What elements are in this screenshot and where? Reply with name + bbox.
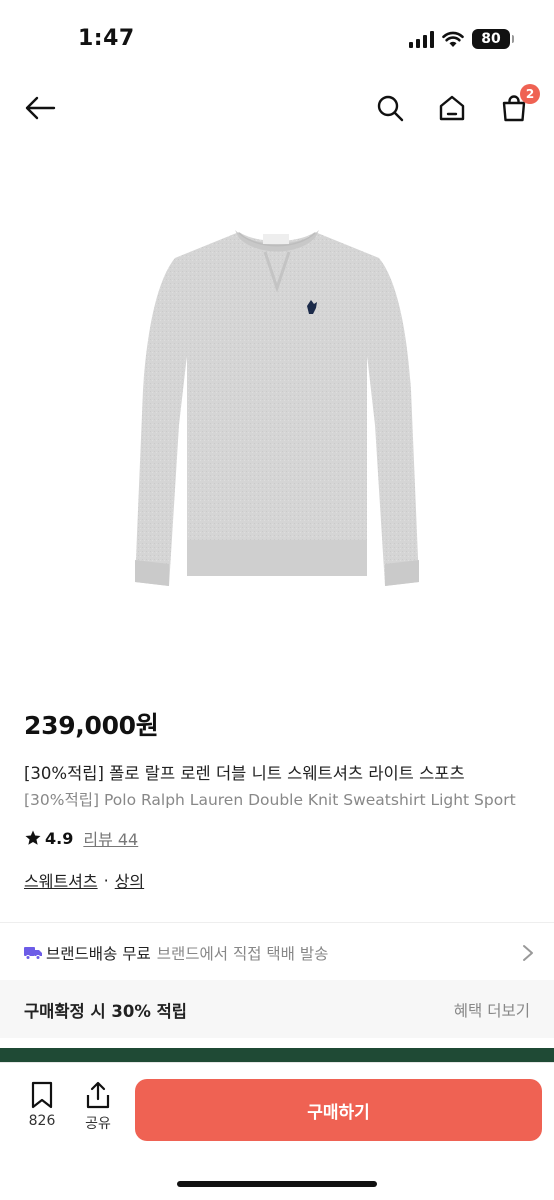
search-button[interactable] (370, 88, 410, 128)
chevron-right-icon (523, 945, 533, 961)
search-icon (377, 95, 404, 122)
category-link-tops[interactable]: 상의 (115, 868, 144, 892)
category-breadcrumb: 스웨트셔츠 · 상의 (24, 868, 144, 892)
category-link-sweatshirts[interactable]: 스웨트셔츠 (24, 868, 98, 892)
share-icon (86, 1081, 110, 1109)
home-button[interactable] (432, 88, 472, 128)
shipping-title: 브랜드배송 무료 (46, 945, 151, 963)
home-indicator (177, 1181, 377, 1187)
divider (0, 922, 554, 923)
rating-row[interactable]: 4.9 리뷰 44 (24, 826, 138, 850)
bottom-action-bar: 826 공유 구매하기 (0, 1062, 554, 1200)
cart-badge: 2 (520, 84, 540, 104)
product-image[interactable] (0, 150, 554, 670)
truck-icon (24, 947, 42, 960)
star-icon (25, 830, 41, 845)
battery-level: 80 (481, 31, 501, 47)
signal-icon (409, 30, 434, 48)
share-label: 공유 (85, 1116, 111, 1132)
shipping-info-row[interactable]: 브랜드배송 무료 브랜드에서 직접 택배 발송 (24, 938, 534, 968)
home-icon (439, 95, 465, 121)
back-button[interactable] (20, 88, 60, 128)
rating-value: 4.9 (45, 828, 74, 848)
category-separator: · (103, 870, 109, 890)
status-time: 1:47 (78, 26, 135, 51)
product-title-ko: [30%적립] 폴로 랄프 로렌 더블 니트 스웨트셔츠 라이트 스포츠 (24, 764, 465, 783)
points-text: 구매확정 시 30% 적립 (24, 1002, 187, 1021)
status-bar: 1:47 80 (0, 0, 554, 78)
bookmark-icon (31, 1081, 53, 1109)
share-button[interactable]: 공유 (78, 1081, 118, 1137)
shipping-desc: 브랜드에서 직접 택배 발송 (156, 945, 329, 963)
back-arrow-icon (25, 96, 56, 120)
product-title-en: [30%적립] Polo Ralph Lauren Double Knit Sw… (24, 791, 516, 809)
nav-bar: 2 (0, 78, 554, 138)
product-price: 239,000원 (24, 711, 159, 740)
bookmark-count: 826 (28, 1113, 56, 1129)
points-box: 구매확정 시 30% 적립 혜택 더보기 (0, 980, 554, 1038)
sweatshirt-image (135, 230, 419, 586)
bookmark-button[interactable]: 826 (22, 1081, 62, 1137)
buy-button[interactable]: 구매하기 (135, 1079, 542, 1141)
cart-button[interactable]: 2 (494, 84, 540, 128)
wifi-icon (442, 31, 464, 47)
benefits-more-link[interactable]: 혜택 더보기 (454, 999, 530, 1021)
review-link[interactable]: 리뷰 44 (83, 826, 138, 850)
status-icons: 80 (409, 29, 514, 49)
battery-icon: 80 (472, 29, 514, 49)
